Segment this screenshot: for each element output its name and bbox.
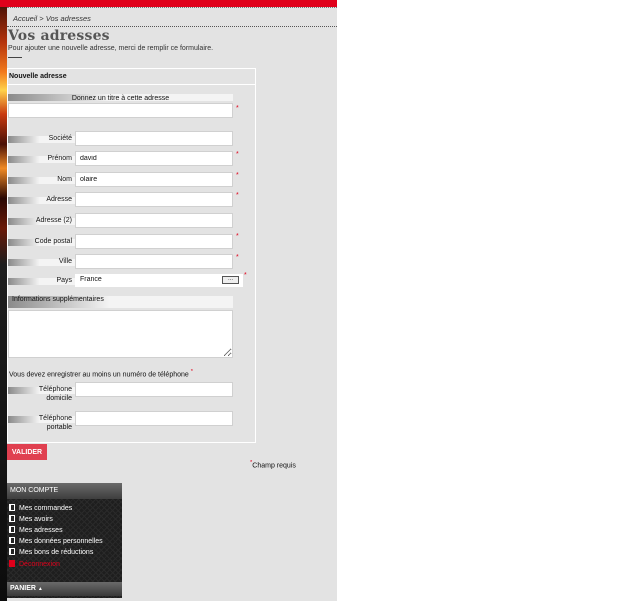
phone-mobile-label-line1: Téléphone [38,415,72,422]
required-mark: * [236,254,239,261]
page-intro: Pour ajouter une nouvelle adresse, merci… [8,45,214,52]
alias-label: Donnez un titre à cette adresse [71,95,170,102]
required-mark: * [236,233,239,240]
account-link-label: Mes données personnelles [19,538,103,545]
account-link-orders[interactable]: Mes commandes [9,504,72,512]
arrow-up-icon: ▲ [37,586,43,592]
account-link-addresses[interactable]: Mes adresses [9,526,63,534]
submit-button[interactable]: VALIDER [7,444,47,460]
bullet-icon [9,537,15,544]
phone-home-label-line1: Téléphone [38,386,72,393]
decorative-flame-strip [0,0,7,601]
account-link-credits[interactable]: Mes avoirs [9,515,53,523]
required-mark: * [236,172,239,179]
city-input[interactable] [75,254,233,269]
extra-info-textarea[interactable] [8,310,233,358]
city-label: Ville [58,258,72,265]
required-mark: * [190,369,194,375]
account-title: MON COMPTE [10,487,59,494]
required-legend-text: Champ requis [252,462,296,470]
bullet-icon [9,548,15,555]
address2-input[interactable] [75,213,233,228]
account-link-personal-data[interactable]: Mes données personnelles [9,537,103,545]
account-link-label: Mes commandes [19,505,73,512]
required-mark: * [244,272,247,279]
breadcrumb-current: Vos adresses [45,14,91,23]
page-title: Vos adresses [8,28,110,44]
account-link-label: Mes adresses [19,527,63,534]
form-legend: Nouvelle adresse [9,73,67,80]
phone-mobile-input[interactable] [75,411,233,426]
phone-mobile-label: Téléphone portable [8,414,72,432]
account-link-label: Mes avoirs [19,516,53,523]
company-input[interactable] [75,131,233,146]
required-mark: * [236,105,239,112]
phone-home-input[interactable] [75,382,233,397]
top-accent-bar [0,0,337,7]
address1-input[interactable] [75,192,233,207]
phone-home-label-line2: domicile [46,395,72,402]
logout-label: Déconnexion [19,561,60,568]
alias-input[interactable] [8,103,233,118]
required-mark: * [236,192,239,199]
cart-title: PANIER ▲ [10,585,43,592]
lastname-label: Nom [57,176,72,183]
postcode-label: Code postal [34,238,72,245]
firstname-label: Prénom [47,155,72,162]
top-divider [7,7,337,8]
phone-home-label: Téléphone domicile [8,385,72,403]
legend-divider [8,84,255,85]
bullet-icon [9,515,15,522]
breadcrumb: Accueil > Vos adresses [13,14,91,23]
account-link-vouchers[interactable]: Mes bons de réductions [9,548,93,556]
country-dropdown-button[interactable]: ... [222,276,239,284]
address1-label: Adresse [46,196,72,203]
account-header: MON COMPTE [7,483,122,499]
account-panel: MON COMPTE Mes commandes Mes avoirs Mes … [7,483,122,598]
country-select[interactable]: France [75,274,243,287]
title-underline [8,57,22,58]
breadcrumb-home-link[interactable]: Accueil [13,14,37,23]
lastname-input[interactable] [75,172,233,187]
phone-note-text: Vous devez enregistrer au moins un numér… [9,371,189,379]
country-label: Pays [56,277,72,284]
address2-label: Adresse (2) [35,217,72,224]
logout-icon [9,560,15,567]
breadcrumb-separator: > [37,14,46,23]
cart-title-text: PANIER [10,585,36,592]
phone-note: Vous devez enregistrer au moins un numér… [9,369,193,378]
required-mark: * [236,151,239,158]
new-address-form: Nouvelle adresse Donnez un titre à cette… [7,68,256,443]
cart-header[interactable]: PANIER ▲ [7,582,122,596]
required-legend: *Champ requis [250,460,296,469]
extra-info-label: Informations supplémentaires [12,296,104,303]
bullet-icon [9,504,15,511]
breadcrumb-divider [7,26,337,27]
postcode-input[interactable] [75,234,233,249]
company-label: Société [48,135,72,142]
logout-link[interactable]: Déconnexion [9,560,60,568]
bullet-icon [9,526,15,533]
phone-mobile-label-line2: portable [46,424,72,431]
firstname-input[interactable] [75,151,233,166]
account-link-label: Mes bons de réductions [19,549,94,556]
